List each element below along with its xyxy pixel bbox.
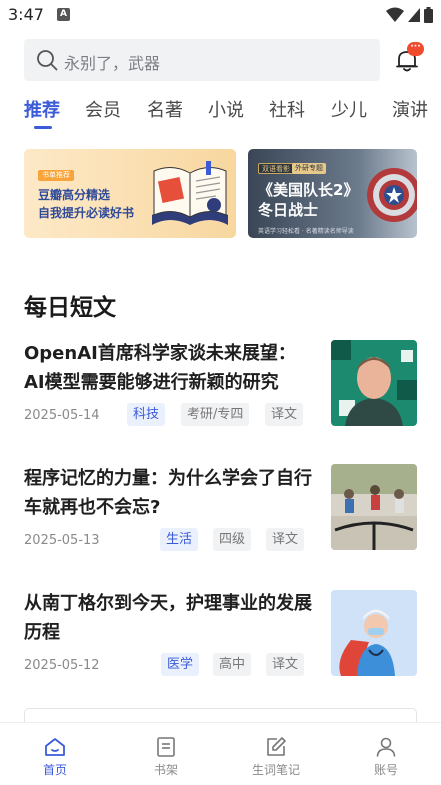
notes-edit-icon	[267, 737, 286, 756]
article-tag-topic: 科技	[127, 403, 166, 426]
bottom-navigation: 首页 书架 生词笔记 账号	[0, 722, 441, 784]
active-tab-indicator	[34, 126, 52, 129]
banner-title-line-1: 《美国队长2》	[258, 181, 359, 199]
home-icon	[45, 738, 65, 756]
battery-icon	[424, 7, 433, 23]
notification-badge: ···	[407, 42, 424, 56]
article-thumbnail-portrait	[331, 340, 417, 426]
open-book-illustration	[152, 161, 228, 225]
tab-novel[interactable]: 小说	[208, 96, 244, 122]
article-thumbnail-nurse	[331, 590, 417, 676]
banner-movie-feature[interactable]: 双语看影 外研专题 《美国队长2》 冬日战士 英语学习轻松看 · 名著精读名师导…	[248, 149, 417, 238]
tab-member[interactable]: 会员	[85, 96, 121, 122]
article-card[interactable]: 从南丁格尔到今天，护理事业的发展历程 2025-05-12 医学 高中 译文	[24, 589, 417, 679]
tab-recommend[interactable]: 推荐	[24, 96, 60, 122]
banner-tag: 书单推荐	[38, 170, 74, 181]
nav-vocab-notes[interactable]: 生词笔记	[236, 723, 316, 785]
banner-tag-2: 外研专题	[292, 163, 326, 174]
article-card[interactable]: OpenAI首席科学家谈未来展望：AI模型需要能够进行新颖的研究 2025-05…	[24, 339, 417, 429]
article-title: 从南丁格尔到今天，护理事业的发展历程	[24, 593, 312, 643]
article-date: 2025-05-12	[24, 658, 100, 673]
notification-icon: A	[57, 8, 70, 21]
article-date: 2025-05-13	[24, 533, 100, 548]
shield-illustration	[367, 168, 417, 222]
tab-social-science[interactable]: 社科	[269, 96, 305, 122]
article-tag-translation: 译文	[266, 653, 305, 676]
search-placeholder: 永别了，武器	[64, 54, 161, 73]
section-title: 每日短文	[24, 295, 116, 321]
nav-account-label: 账号	[373, 763, 398, 777]
article-tag-level: 高中	[213, 653, 252, 676]
banner-book-list[interactable]: 书单推荐 豆瓣高分精选 自我提升必读好书	[24, 149, 236, 238]
article-date: 2025-05-14	[24, 408, 100, 423]
tab-speech[interactable]: 演讲	[392, 96, 428, 122]
account-icon	[376, 737, 396, 757]
article-title: OpenAI首席科学家谈未来展望：AI模型需要能够进行新颖的研究	[24, 343, 296, 393]
article-tag-translation: 译文	[266, 528, 305, 551]
category-tabs: 推荐 会员 名著 小说 社科 少儿 演讲	[24, 96, 441, 130]
article-tag-level: 考研/专四	[181, 403, 250, 426]
nav-home-label: 首页	[42, 763, 67, 777]
wifi-icon	[386, 7, 404, 22]
signal-icon	[408, 8, 420, 22]
tab-children[interactable]: 少儿	[331, 96, 367, 122]
nav-bookshelf-label: 书架	[153, 763, 178, 777]
banner-subtitle: 英语学习轻松看 · 名著精读名师导读	[258, 228, 354, 235]
article-title: 程序记忆的力量：为什么学会了自行车就再也不会忘?	[24, 468, 312, 518]
nav-account[interactable]: 账号	[346, 723, 426, 785]
search-icon	[37, 50, 58, 71]
article-tag-topic: 生活	[160, 528, 199, 551]
bookshelf-icon	[157, 737, 175, 757]
tab-classics[interactable]: 名著	[147, 96, 183, 122]
banner-line-2: 自我提升必读好书	[38, 206, 135, 220]
article-tag-level: 四级	[213, 528, 252, 551]
banner-title-line-2: 冬日战士	[258, 201, 319, 219]
article-thumbnail-cyclists	[331, 464, 417, 550]
nav-vocab-notes-label: 生词笔记	[251, 763, 300, 777]
status-time: 3:47	[8, 5, 44, 24]
nav-home[interactable]: 首页	[15, 723, 95, 785]
banner-line-1: 豆瓣高分精选	[38, 188, 111, 202]
article-tag-translation: 译文	[265, 403, 304, 426]
banner-tag-1: 双语看影	[258, 163, 294, 174]
search-input[interactable]: 永别了，武器	[24, 39, 380, 81]
article-card[interactable]: 程序记忆的力量：为什么学会了自行车就再也不会忘? 2025-05-13 生活 四…	[24, 464, 417, 554]
article-tag-topic: 医学	[161, 653, 200, 676]
nav-bookshelf[interactable]: 书架	[126, 723, 206, 785]
status-bar: 3:47 A	[0, 0, 441, 30]
